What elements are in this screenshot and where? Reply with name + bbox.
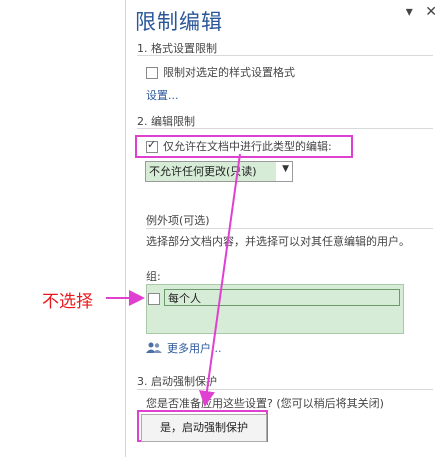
annotation-arrows: [106, 153, 241, 407]
arrow-to-button: [199, 153, 241, 407]
